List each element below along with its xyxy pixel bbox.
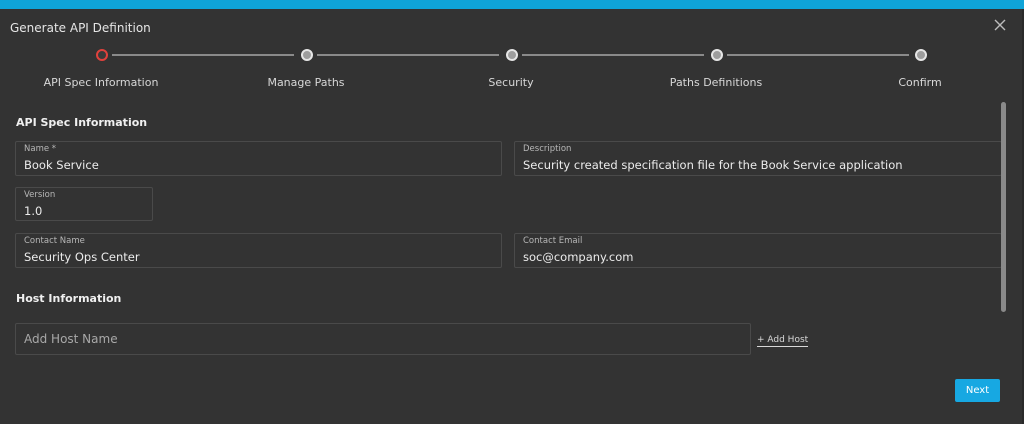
close-icon[interactable] [992,17,1008,33]
version-field-value[interactable]: 1.0 [24,204,42,218]
next-button[interactable]: Next [955,379,1000,402]
step-connector [112,54,294,56]
step-dot-paths-definitions[interactable] [711,49,723,61]
step-label-manage-paths[interactable]: Manage Paths [267,76,344,89]
api-spec-section-title: API Spec Information [16,116,148,129]
host-name-input[interactable] [15,323,751,355]
description-field[interactable]: Description Security created specificati… [514,141,1002,176]
add-host-link[interactable]: + Add Host [757,335,809,347]
dialog-title: Generate API Definition [10,21,151,35]
bottom-edge [0,424,1024,428]
step-label-confirm[interactable]: Confirm [898,76,941,89]
generate-api-dialog: Generate API Definition API Spec Informa… [0,9,1024,424]
name-field[interactable]: Name * Book Service [15,141,502,176]
step-connector [727,54,909,56]
top-accent-bar [0,0,1024,9]
description-field-value[interactable]: Security created specification file for … [523,158,903,172]
contact-name-field[interactable]: Contact Name Security Ops Center [15,233,502,268]
version-field[interactable]: Version 1.0 [15,187,153,221]
step-label-security[interactable]: Security [488,76,533,89]
name-field-label: Name * [24,144,57,154]
step-label-paths-definitions[interactable]: Paths Definitions [670,76,762,89]
content-scrollbar[interactable] [1001,102,1006,312]
description-field-label: Description [523,144,572,154]
step-dot-api-spec[interactable] [96,49,108,61]
host-section-title: Host Information [16,292,122,305]
step-dot-manage-paths[interactable] [301,49,313,61]
step-dot-security[interactable] [506,49,518,61]
step-label-api-spec[interactable]: API Spec Information [44,76,159,89]
contact-email-field-value[interactable]: soc@company.com [523,250,633,264]
contact-email-field-label: Contact Email [523,236,583,246]
name-field-value[interactable]: Book Service [24,158,99,172]
step-dot-confirm[interactable] [915,49,927,61]
version-field-label: Version [24,190,56,200]
contact-name-field-value[interactable]: Security Ops Center [24,250,140,264]
step-connector [522,54,704,56]
contact-email-field[interactable]: Contact Email soc@company.com [514,233,1002,268]
contact-name-field-label: Contact Name [24,236,85,246]
wizard-stepper: API Spec Information Manage Paths Securi… [0,45,1022,95]
step-connector [317,54,499,56]
